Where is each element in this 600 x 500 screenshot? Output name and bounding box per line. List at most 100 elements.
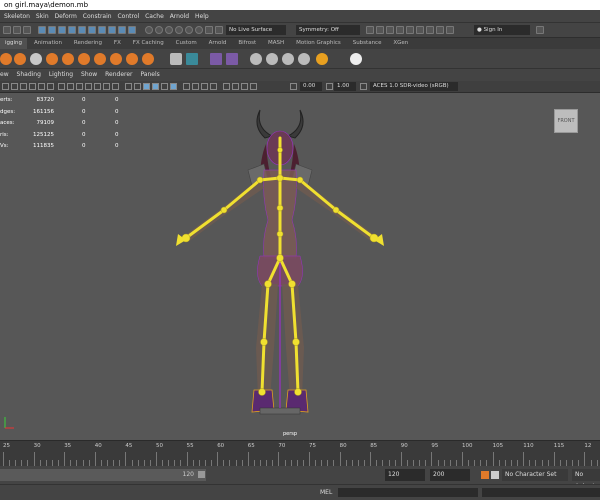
ipr-render-icon[interactable] — [376, 26, 384, 34]
menu-view[interactable]: ew — [0, 69, 9, 81]
wireframe-on-shaded-icon[interactable] — [143, 83, 150, 90]
snap-projected-center-icon[interactable] — [175, 26, 183, 34]
orient-joint-icon[interactable] — [46, 53, 58, 65]
tab-arnold[interactable]: Arnold — [204, 38, 232, 49]
menu-help[interactable]: Help — [195, 10, 209, 23]
tab-bifrost[interactable]: Bifrost — [233, 38, 261, 49]
menu-cache[interactable]: Cache — [145, 10, 164, 23]
paint-weights-icon[interactable] — [110, 53, 122, 65]
menu-show[interactable]: Show — [81, 69, 97, 81]
point-constraint-icon[interactable] — [226, 53, 238, 65]
make-live-icon[interactable] — [195, 26, 203, 34]
cluster-icon[interactable] — [126, 53, 138, 65]
character-set-dropdown[interactable]: No Character Set — [502, 469, 568, 481]
shadows-icon[interactable] — [170, 83, 177, 90]
parent-constraint-icon[interactable] — [210, 53, 222, 65]
mask-curve-icon[interactable] — [88, 26, 96, 34]
tab-substance[interactable]: Substance — [348, 38, 387, 49]
snap-point-icon[interactable] — [165, 26, 173, 34]
range-handle[interactable] — [198, 471, 205, 478]
smooth-shade-icon[interactable] — [134, 83, 141, 90]
xray-joints-icon[interactable] — [250, 83, 257, 90]
view-cube[interactable]: FRONT — [554, 109, 578, 133]
tab-xgen[interactable]: XGen — [388, 38, 413, 49]
exposure-field[interactable]: 0.00 — [300, 82, 322, 91]
time-slider[interactable]: 25 30 35 40 45 50 55 60 65 70 75 80 85 90 95 100 105 110 1… — [0, 440, 600, 466]
mirror-joint-icon[interactable] — [30, 53, 42, 65]
live-surface-field[interactable]: No Live Surface — [226, 25, 286, 35]
scale-constraint-icon[interactable] — [282, 53, 294, 65]
texture-icon[interactable] — [426, 26, 434, 34]
symmetry-dropdown[interactable]: Symmetry: Off — [296, 25, 360, 35]
select-component-icon[interactable] — [23, 26, 31, 34]
gate-mask-icon[interactable] — [85, 83, 92, 90]
menu-deform[interactable]: Deform — [55, 10, 77, 23]
pole-vector-icon[interactable] — [298, 53, 310, 65]
grease-pencil-icon[interactable] — [47, 83, 54, 90]
render-setup-icon[interactable] — [446, 26, 454, 34]
use-all-lights-icon[interactable] — [161, 83, 168, 90]
select-hierarchy-icon[interactable] — [3, 26, 11, 34]
mask-render-icon[interactable] — [118, 26, 126, 34]
safe-action-icon[interactable] — [103, 83, 110, 90]
sign-in-dropdown[interactable]: ● Sign In — [474, 25, 530, 35]
bookmark-icon[interactable] — [20, 83, 27, 90]
arnold-render-icon[interactable] — [416, 26, 424, 34]
menu-lighting[interactable]: Lighting — [49, 69, 73, 81]
select-camera-icon[interactable] — [2, 83, 9, 90]
snap-curve-icon[interactable] — [155, 26, 163, 34]
character-model[interactable] — [160, 108, 400, 423]
hik-icon[interactable] — [316, 53, 328, 65]
2d-pan-zoom-icon[interactable] — [38, 83, 45, 90]
tab-rigging[interactable]: igging — [0, 38, 28, 49]
skull-icon[interactable] — [350, 53, 362, 65]
mask-uv-icon[interactable] — [68, 26, 76, 34]
tab-rendering[interactable]: Rendering — [69, 38, 107, 49]
gamma-icon[interactable] — [326, 83, 333, 90]
ik-spline-icon[interactable] — [78, 53, 90, 65]
isolate-select-icon[interactable] — [223, 83, 230, 90]
mask-edge-icon[interactable] — [48, 26, 56, 34]
xray-icon[interactable] — [232, 83, 239, 90]
playback-end-field[interactable]: 120 — [385, 469, 425, 481]
menu-skeleton[interactable]: Skeleton — [4, 10, 30, 23]
orient-constraint-icon[interactable] — [250, 53, 262, 65]
history-icon[interactable] — [205, 26, 213, 34]
safe-title-icon[interactable] — [112, 83, 119, 90]
tab-fx-caching[interactable]: FX Caching — [128, 38, 169, 49]
tab-mash[interactable]: MASH — [263, 38, 289, 49]
wireframe-icon[interactable] — [125, 83, 132, 90]
range-slider[interactable]: 120 — [0, 469, 206, 481]
tab-motion-graphics[interactable]: Motion Graphics — [291, 38, 346, 49]
mask-vertex-icon[interactable] — [38, 26, 46, 34]
menu-renderer[interactable]: Renderer — [105, 69, 132, 81]
hypershade-icon[interactable] — [396, 26, 404, 34]
select-object-icon[interactable] — [13, 26, 21, 34]
snap-grid-icon[interactable] — [145, 26, 153, 34]
grid-toggle-icon[interactable] — [58, 83, 65, 90]
image-plane-icon[interactable] — [29, 83, 36, 90]
ik-handle-icon[interactable] — [62, 53, 74, 65]
mask-deformer-icon[interactable] — [98, 26, 106, 34]
create-joint-icon[interactable] — [0, 53, 12, 65]
menu-skin[interactable]: Skin — [36, 10, 49, 23]
locator-icon[interactable] — [170, 53, 182, 65]
animation-end-field[interactable]: 200 — [430, 469, 470, 481]
exposure-icon[interactable] — [290, 83, 297, 90]
motion-blur-icon[interactable] — [192, 83, 199, 90]
insert-joint-icon[interactable] — [14, 53, 26, 65]
menu-shading[interactable]: Shading — [17, 69, 41, 81]
depth-of-field-icon[interactable] — [210, 83, 217, 90]
anim-layer-dropdown[interactable]: No Anim L — [572, 469, 600, 490]
mask-misc-icon[interactable] — [128, 26, 136, 34]
render-current-frame-icon[interactable] — [366, 26, 374, 34]
lattice-icon[interactable] — [142, 53, 154, 65]
auto-key-icon[interactable] — [481, 471, 489, 479]
tab-fx[interactable]: FX — [109, 38, 126, 49]
mask-joint-icon[interactable] — [78, 26, 86, 34]
resolution-gate-icon[interactable] — [76, 83, 83, 90]
grid-icon[interactable] — [186, 53, 198, 65]
bind-skin-icon[interactable] — [94, 53, 106, 65]
menu-arnold[interactable]: Arnold — [170, 10, 189, 23]
anti-aliasing-icon[interactable] — [201, 83, 208, 90]
